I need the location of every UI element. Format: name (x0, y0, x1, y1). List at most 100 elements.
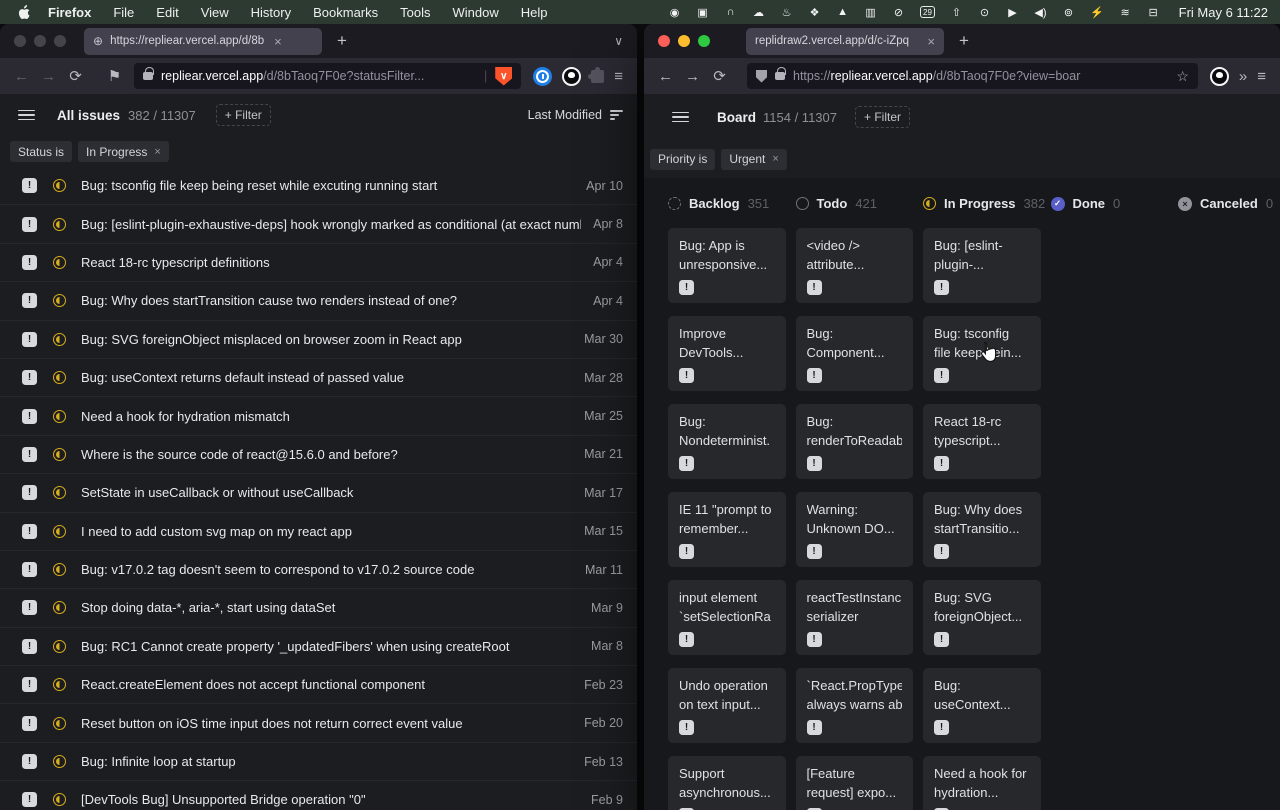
priority-urgent-icon[interactable]: ! (22, 600, 37, 615)
issue-card[interactable]: Bug: App isunresponsive...! (668, 228, 786, 303)
priority-urgent-icon[interactable]: ! (679, 368, 694, 383)
cloud-icon[interactable]: ☁ (752, 5, 765, 19)
priority-urgent-icon[interactable]: ! (807, 368, 822, 383)
issue-row[interactable]: !React.createElement does not accept fun… (0, 666, 637, 704)
filter-chip[interactable]: Status is (10, 141, 72, 162)
priority-urgent-icon[interactable]: ! (807, 720, 822, 735)
issue-row[interactable]: !React 18-rc typescript definitionsApr 4 (0, 244, 637, 282)
priority-urgent-icon[interactable]: ! (934, 456, 949, 471)
priority-urgent-icon[interactable]: ! (807, 544, 822, 559)
back-button[interactable]: ← (652, 68, 679, 85)
priority-urgent-icon[interactable]: ! (679, 632, 694, 647)
wifi-icon[interactable]: ≋ (1119, 5, 1132, 19)
issue-row[interactable]: !Reset button on iOS time input does not… (0, 704, 637, 742)
close-window-button[interactable] (658, 35, 670, 47)
close-window-button[interactable] (14, 35, 26, 47)
priority-urgent-icon[interactable]: ! (22, 524, 37, 539)
right-browser-tab[interactable]: replidraw2.vercel.app/d/c-iZpq × (746, 28, 944, 55)
menu-item-window[interactable]: Window (453, 5, 499, 20)
headphones-icon[interactable]: ∩ (724, 5, 737, 19)
left-browser-tab[interactable]: ⊕ https://repliear.vercel.app/d/8b × (84, 28, 322, 55)
issue-card[interactable]: Need a hook forhydration...! (923, 756, 1041, 810)
tab-overflow-icon[interactable]: ∨ (614, 34, 623, 48)
sidebar-menu-icon[interactable] (18, 110, 35, 121)
priority-urgent-icon[interactable]: ! (22, 447, 37, 462)
priority-urgent-icon[interactable]: ! (934, 632, 949, 647)
priority-urgent-icon[interactable]: ! (22, 293, 37, 308)
browser-menu-icon[interactable]: ≡ (1257, 68, 1266, 85)
status-in-progress-icon[interactable] (53, 333, 66, 346)
filter-chip[interactable]: Priority is (650, 149, 715, 170)
issue-card[interactable]: Undo operationon text input...! (668, 668, 786, 743)
status-in-progress-icon[interactable] (53, 678, 66, 691)
power-icon[interactable]: ⊙ (978, 5, 991, 19)
menu-item-view[interactable]: View (201, 5, 229, 20)
record-icon[interactable]: ◉ (668, 5, 681, 19)
priority-urgent-icon[interactable]: ! (22, 562, 37, 577)
status-in-progress-icon[interactable] (53, 256, 66, 269)
docker-icon[interactable]: ♨ (780, 5, 793, 19)
stats-icon[interactable]: ▥ (864, 5, 877, 19)
issue-card[interactable]: Bug:useContext...! (923, 668, 1041, 743)
bookmark-icon[interactable]: ⚑ (101, 67, 128, 85)
issue-card[interactable]: Bug: tsconfigfile keep bein...! (923, 316, 1041, 391)
priority-urgent-icon[interactable]: ! (22, 716, 37, 731)
priority-urgent-icon[interactable]: ! (22, 639, 37, 654)
priority-urgent-icon[interactable]: ! (22, 485, 37, 500)
issue-card[interactable]: `React.PropTypealways warns ab! (796, 668, 914, 743)
status-in-progress-icon[interactable] (53, 563, 66, 576)
reload-button[interactable]: ⟳ (706, 67, 733, 85)
sort-button[interactable]: Last Modified (528, 108, 623, 122)
minimize-window-button[interactable] (34, 35, 46, 47)
issue-card[interactable]: reactTestInstancserializer! (796, 580, 914, 655)
issue-card[interactable]: Supportasynchronous...! (668, 756, 786, 810)
menu-item-tools[interactable]: Tools (400, 5, 430, 20)
user-icon[interactable]: ⊚ (1062, 5, 1075, 19)
issue-card[interactable]: Bug:renderToReadab! (796, 404, 914, 479)
dropbox-icon[interactable]: ❖ (808, 5, 821, 19)
issue-card[interactable]: Bug:Component...! (796, 316, 914, 391)
add-filter-button[interactable]: + Filter (855, 106, 910, 128)
close-tab-icon[interactable]: × (274, 34, 282, 49)
menu-item-edit[interactable]: Edit (156, 5, 178, 20)
filter-chip[interactable]: Urgent× (721, 149, 786, 170)
issue-card[interactable]: Warning:Unknown DO...! (796, 492, 914, 567)
issue-row[interactable]: !Bug: Why does startTransition cause two… (0, 282, 637, 320)
priority-urgent-icon[interactable]: ! (22, 409, 37, 424)
status-in-progress-icon[interactable] (53, 179, 66, 192)
zoom-window-button[interactable] (698, 35, 710, 47)
volume-icon[interactable]: ◀) (1034, 5, 1047, 19)
warp-icon[interactable]: ▲ (836, 5, 849, 19)
minimize-window-button[interactable] (678, 35, 690, 47)
issue-card[interactable]: Bug: [eslint-plugin-...! (923, 228, 1041, 303)
issue-row[interactable]: !Bug: [eslint-plugin-exhaustive-deps] ho… (0, 205, 637, 243)
issue-card[interactable]: IE 11 "prompt toremember...! (668, 492, 786, 567)
menu-item-help[interactable]: Help (521, 5, 548, 20)
priority-urgent-icon[interactable]: ! (22, 754, 37, 769)
add-filter-button[interactable]: + Filter (216, 104, 271, 126)
menu-item-history[interactable]: History (251, 5, 291, 20)
issue-card[interactable]: Bug:Nondeterminist.! (668, 404, 786, 479)
forward-button[interactable]: → (35, 68, 62, 85)
priority-urgent-icon[interactable]: ! (934, 544, 949, 559)
address-bar[interactable]: https://repliear.vercel.app/d/8bTaoq7F0e… (747, 63, 1198, 89)
issue-row[interactable]: !Bug: RC1 Cannot create property '_updat… (0, 628, 637, 666)
priority-urgent-icon[interactable]: ! (22, 370, 37, 385)
priority-urgent-icon[interactable]: ! (679, 456, 694, 471)
issue-row[interactable]: !Bug: SVG foreignObject misplaced on bro… (0, 321, 637, 359)
status-in-progress-icon[interactable] (53, 410, 66, 423)
priority-urgent-icon[interactable]: ! (22, 178, 37, 193)
reload-button[interactable]: ⟳ (62, 67, 89, 85)
issue-card[interactable]: Bug: Why doesstartTransitio...! (923, 492, 1041, 567)
priority-urgent-icon[interactable]: ! (22, 255, 37, 270)
priority-urgent-icon[interactable]: ! (934, 720, 949, 735)
issue-row[interactable]: !Bug: Infinite loop at startupFeb 13 (0, 743, 637, 781)
issue-row[interactable]: !SetState in useCallback or without useC… (0, 474, 637, 512)
camera-icon[interactable]: ▣ (696, 5, 709, 19)
github-extension-icon[interactable] (562, 67, 581, 86)
status-in-progress-icon[interactable] (53, 525, 66, 538)
issue-row[interactable]: !Bug: tsconfig file keep being reset whi… (0, 167, 637, 205)
bookmark-star-icon[interactable]: ☆ (1176, 68, 1189, 85)
upload-icon[interactable]: ⇧ (950, 5, 963, 19)
menu-item-firefox[interactable]: Firefox (48, 5, 91, 20)
